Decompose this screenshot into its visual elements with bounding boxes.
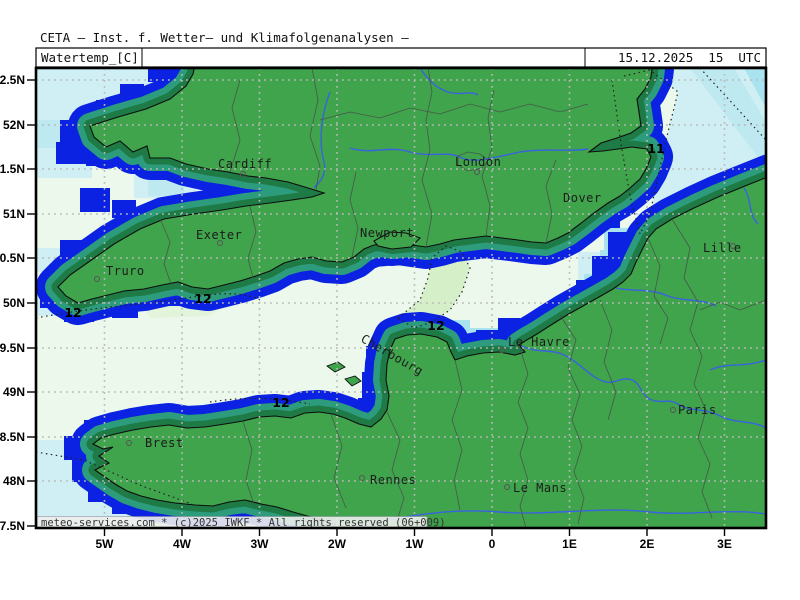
city-label-le-havre: Le Havre — [508, 335, 570, 349]
lat-label: 51N — [3, 207, 25, 221]
weather-map-page: CETA — Inst. f. Wetter— und Klimafolgena… — [0, 0, 800, 600]
lon-label: 2E — [640, 537, 655, 551]
temp-label-12-a: 12 — [64, 305, 81, 320]
lon-label: 0 — [489, 537, 496, 551]
temp-label-12-c: 12 — [427, 318, 444, 333]
city-label-newport: Newport — [360, 226, 414, 240]
city-label-paris: Paris — [678, 403, 717, 417]
city-label-lille: Lille — [703, 241, 742, 255]
lat-label: 48N — [3, 474, 25, 488]
temp-label-11: 11 — [647, 141, 664, 156]
lat-label: 49.5N — [0, 341, 25, 355]
city-label-truro: Truro — [106, 264, 145, 278]
timestamp: 15.12.2025 15 UTC — [618, 50, 761, 65]
map-canvas: Cardiff London Dover Newport Exeter Trur… — [36, 60, 770, 534]
lon-axis: 5W 4W 3W 2W 1W 0 1E 2E 3E — [96, 528, 732, 551]
city-label-dover: Dover — [563, 191, 602, 205]
institute-title: CETA — Inst. f. Wetter— und Klimafolgena… — [40, 30, 409, 45]
temp-label-12-d: 12 — [272, 395, 289, 410]
lat-label: 50.5N — [0, 251, 25, 265]
lon-label: 4W — [173, 537, 192, 551]
city-label-exeter: Exeter — [196, 228, 242, 242]
city-label-le-mans: Le Mans — [513, 481, 567, 495]
lon-label: 3W — [251, 537, 270, 551]
city-label-rennes: Rennes — [370, 473, 416, 487]
city-label-london: London — [455, 155, 501, 169]
lat-label: 50N — [3, 296, 25, 310]
temp-label-12-b: 12 — [194, 291, 211, 306]
lat-label: 51.5N — [0, 162, 25, 176]
lat-label: 48.5N — [0, 430, 25, 444]
lat-label: 52N — [3, 118, 25, 132]
lon-label: 5W — [96, 537, 115, 551]
lat-label: 52.5N — [0, 73, 25, 87]
lon-label: 1W — [406, 537, 425, 551]
lat-label: 47.5N — [0, 519, 25, 533]
lon-label: 1E — [562, 537, 577, 551]
city-label-cardiff: Cardiff — [218, 157, 272, 171]
lat-axis: 52.5N 52N 51.5N 51N 50.5N 50N 49.5N 49N … — [0, 73, 36, 533]
lon-label: 3E — [717, 537, 732, 551]
layer-title: Watertemp_[C] — [41, 50, 139, 65]
lat-label: 49N — [3, 385, 25, 399]
city-label-brest: Brest — [145, 436, 184, 450]
lon-label: 2W — [328, 537, 347, 551]
